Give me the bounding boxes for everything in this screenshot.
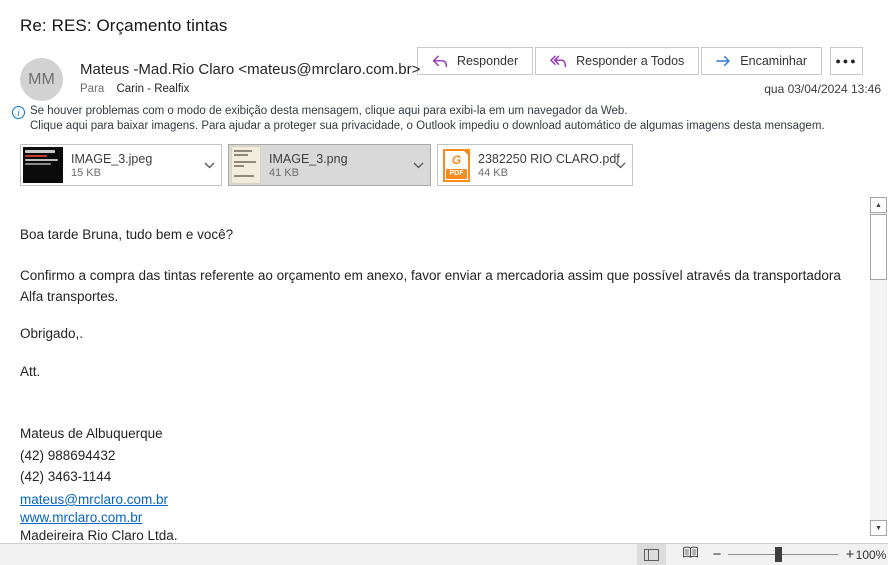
reading-mode-button[interactable] (676, 544, 705, 565)
zoom-slider[interactable] (728, 544, 838, 565)
message-body: Boa tarde Bruna, tudo bem e você? Confir… (20, 0, 850, 543)
signature-name: Mateus de Albuquerque (20, 423, 850, 444)
body-att: Att. (20, 361, 850, 382)
signature-phone-1: (42) 988694432 (20, 445, 850, 466)
signature-phone-2: (42) 3463-1144 (20, 466, 850, 487)
zoom-slider-track[interactable] (728, 554, 838, 555)
scrollbar-up-arrow-icon[interactable]: ▲ (870, 197, 887, 213)
reading-pane-view-button[interactable] (637, 544, 666, 565)
scrollbar-thumb[interactable] (870, 214, 887, 280)
body-paragraph: Confirmo a compra das tintas referente a… (20, 265, 850, 307)
body-thanks: Obrigado,. (20, 323, 850, 344)
zoom-in-label: + (846, 546, 855, 563)
vertical-scrollbar[interactable]: ▲ ▼ (870, 197, 887, 536)
body-greeting: Boa tarde Bruna, tudo bem e você? (20, 224, 850, 245)
reading-pane-icon (644, 549, 659, 561)
signature-email-link[interactable]: mateus@mrclaro.com.br (20, 492, 168, 507)
zoom-level[interactable]: 100% (856, 544, 886, 565)
book-icon (682, 546, 699, 564)
zoom-out-button[interactable]: − (708, 544, 726, 565)
reading-pane: Re: RES: Orçamento tintas Responder Resp… (0, 0, 888, 565)
status-bar: − + 100% (0, 543, 888, 565)
signature-website-link[interactable]: www.mrclaro.com.br (20, 510, 142, 525)
scrollbar-down-arrow-icon[interactable]: ▼ (870, 520, 887, 536)
zoom-slider-handle[interactable] (775, 547, 782, 562)
zoom-out-label: − (713, 546, 722, 563)
